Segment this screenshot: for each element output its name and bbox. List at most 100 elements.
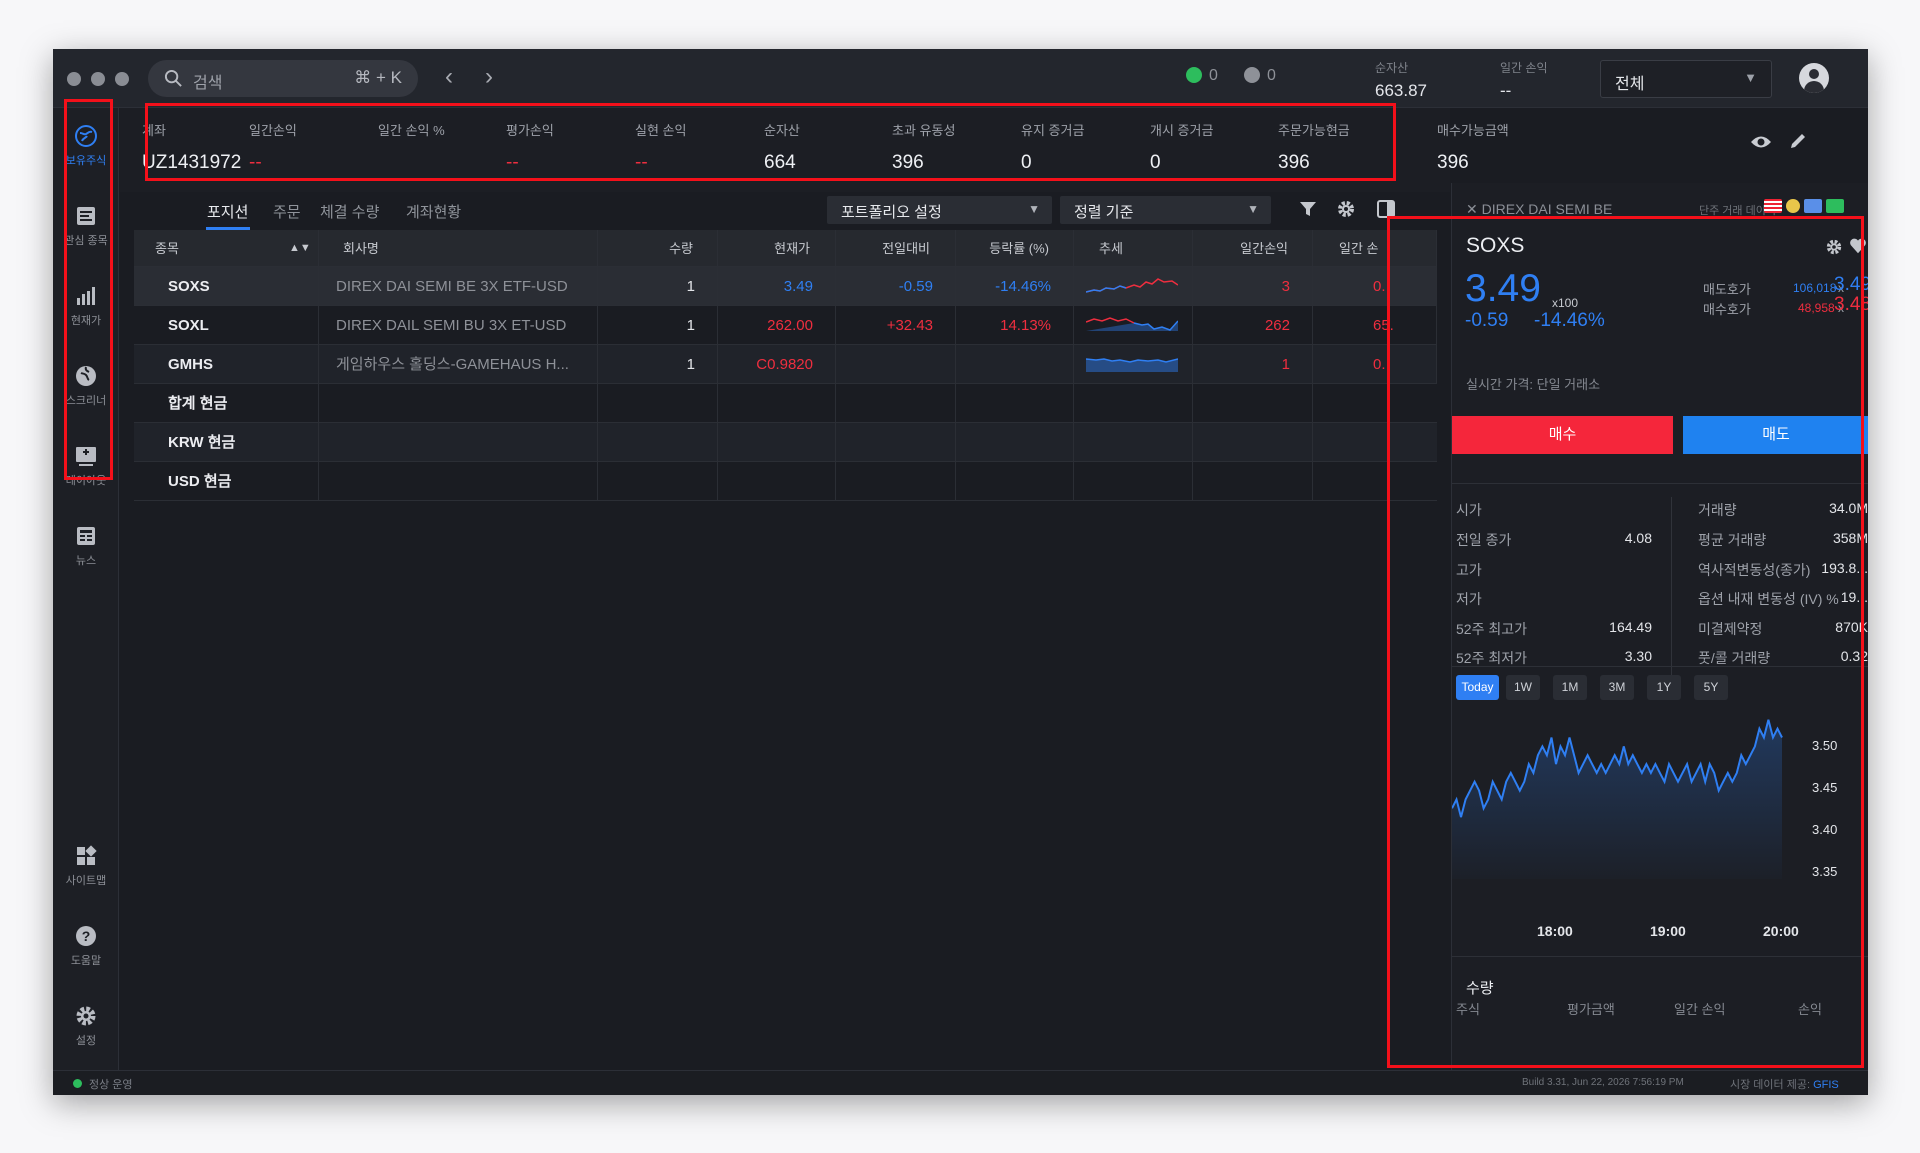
account-filter-select[interactable]: 전체 ▼ [1600,60,1772,98]
bid-size: 48,958 [1798,301,1835,315]
table-row[interactable]: USD 현금 [134,462,1437,501]
row-daily-pnl: 1 [1193,345,1313,383]
window-zoom-dot[interactable] [115,72,129,86]
intraday-price-chart[interactable] [1452,711,1807,921]
stat-value: 34.0M [1829,500,1868,516]
nav-settings[interactable]: 설정 [57,996,115,1064]
tab-account-status[interactable]: 계좌현황 [406,201,461,222]
panel-change: -0.59 [1465,310,1509,331]
search-input[interactable]: 검색 ⌘ + K [148,60,418,97]
window-close-dot[interactable] [67,72,81,86]
row-price: 262.00 [718,306,836,344]
nav-quote[interactable]: 현재가 [57,276,115,344]
row-trend-sparkline [1074,345,1193,383]
connection-status[interactable]: 0 [1186,67,1218,85]
summary-col: 일간손익 -- [249,123,297,173]
header-symbol[interactable]: 종목 ▲▼ [134,230,319,266]
close-icon[interactable]: ✕ [1466,201,1482,217]
period-today-button[interactable]: Today [1456,675,1499,700]
provider-link[interactable]: GFIS [1813,1079,1839,1091]
window-minimize-dot[interactable] [91,72,105,86]
nav-holdings-label: 보유주식 [65,155,107,167]
chevron-down-icon: ▼ [1744,70,1757,85]
header-company[interactable]: 회사명 [319,230,598,266]
us-flag-icon[interactable] [1764,199,1782,213]
avatar[interactable] [1799,63,1829,93]
table-row[interactable]: SOXS DIREX DAI SEMI BE 3X ETF-USD 1 3.49… [134,267,1437,306]
gear-icon[interactable] [1825,238,1843,261]
sort-by-dropdown[interactable]: 정렬 기준 ▼ [1060,196,1271,224]
summary-buying-power: 매수가능금액 396 [1437,123,1509,173]
account-filter-value: 전체 [1615,76,1645,93]
header-change-pct[interactable]: 등락률 (%) [956,230,1074,266]
row-change-pct [956,345,1074,383]
filter-icon[interactable] [1298,199,1318,225]
header-daily-extra[interactable]: 일간 손 [1313,230,1437,266]
account-number[interactable]: UZ1431972 [142,152,241,174]
bid-price[interactable]: 3.48 [1834,294,1868,316]
app-window: 검색 ⌘ + K ‹ › 0 0 순자산 663.87 일간 손익 -- 전체 … [53,49,1868,1095]
nav-holdings[interactable]: 보유주식 [57,116,115,184]
edit-icon[interactable] [1788,131,1808,157]
realtime-note: 실시간 가격: 단일 거래소 [1466,377,1601,392]
nav-news-label: 뉴스 [75,555,97,567]
stat-value: 19... [1840,589,1868,605]
period-1w-button[interactable]: 1W [1506,675,1540,700]
status-bar: 정상 운영 Build 3.31, Jun 22, 2026 7:56:19 P… [53,1070,1868,1095]
period-1m-button[interactable]: 1M [1553,675,1587,700]
eye-icon[interactable] [1750,133,1772,156]
period-3m-button[interactable]: 3M [1600,675,1634,700]
table-row[interactable]: 합계 현금 [134,384,1437,423]
net-assets-value: 663.87 [1375,81,1427,100]
bid-label: 매수호가 [1703,302,1751,317]
table-row[interactable]: GMHS 게임하우스 홀딩스-GAMEHAUS H... 1 C0.9820 1… [134,345,1437,384]
header-daily-pnl[interactable]: 일간손익 [1193,230,1313,266]
nav-sitemap[interactable]: 사이트맵 [57,836,115,904]
panel-toggle-icon[interactable] [1376,199,1396,225]
nav-layout[interactable]: 레이아웃 [57,436,115,504]
heart-icon[interactable] [1849,237,1867,260]
period-1y-button[interactable]: 1Y [1647,675,1681,700]
header-price[interactable]: 현재가 [718,230,836,266]
search-icon [164,69,182,87]
period-5y-button[interactable]: 5Y [1694,675,1728,700]
globe-flag-icon[interactable] [1804,199,1822,213]
nav-watchlist[interactable]: 관심 종목 [57,196,115,264]
moon-icon[interactable] [1786,199,1800,213]
ask-price[interactable]: 3.49 [1834,274,1868,296]
row-symbol: SOXL [134,306,319,344]
chevron-left-icon[interactable]: ‹ [445,63,453,91]
portfolio-settings-label: 포트폴리오 설정 [841,204,942,221]
stat-value: 870K [1835,619,1868,635]
tab-orders[interactable]: 주문 [273,201,301,222]
sort-icon[interactable]: ▲▼ [289,230,311,266]
chart-x-tick: 19:00 [1650,923,1686,939]
nav-help[interactable]: ? 도움말 [57,916,115,984]
buy-button[interactable]: 매수 [1452,416,1673,454]
tab-fills[interactable]: 체결 수량 [320,201,379,222]
table-row[interactable]: KRW 현금 [134,423,1437,462]
tab-positions[interactable]: 포지션 [207,201,248,222]
panel-header: ✕ DIREX DAI SEMI BE [1466,201,1612,218]
row-company: DIREX DAI SEMI BE 3X ETF-USD [319,267,598,305]
chevron-right-icon[interactable]: › [485,63,493,91]
header-trend[interactable]: 추세 [1074,230,1193,266]
portfolio-settings-dropdown[interactable]: 포트폴리오 설정 ▼ [827,196,1052,224]
stat-value: 358M [1832,530,1868,546]
order-status[interactable]: 0 [1244,67,1276,85]
gear-icon[interactable] [1336,199,1356,225]
header-qty[interactable]: 수량 [598,230,718,266]
chart-flag-icon[interactable] [1826,199,1844,213]
sell-button[interactable]: 매도 [1683,416,1868,454]
chart-y-tick: 3.50 [1812,738,1838,753]
nav-screener[interactable]: 스크리너 [57,356,115,424]
quote-panel: ✕ DIREX DAI SEMI BE 단주 거래 데이터 SOXS 3.49 … [1451,183,1868,1070]
header-change[interactable]: 전일대비 [836,230,956,266]
nav-layout-label: 레이아웃 [65,475,107,487]
chart-y-tick: 3.45 [1812,780,1838,795]
table-row[interactable]: SOXL DIREX DAIL SEMI BU 3X ET-USD 1 262.… [134,306,1437,345]
row-qty: 1 [598,267,718,305]
row-change-pct: -14.46% [956,267,1074,305]
row-daily-extra: 0. [1313,345,1437,383]
nav-news[interactable]: 뉴스 [57,516,115,584]
